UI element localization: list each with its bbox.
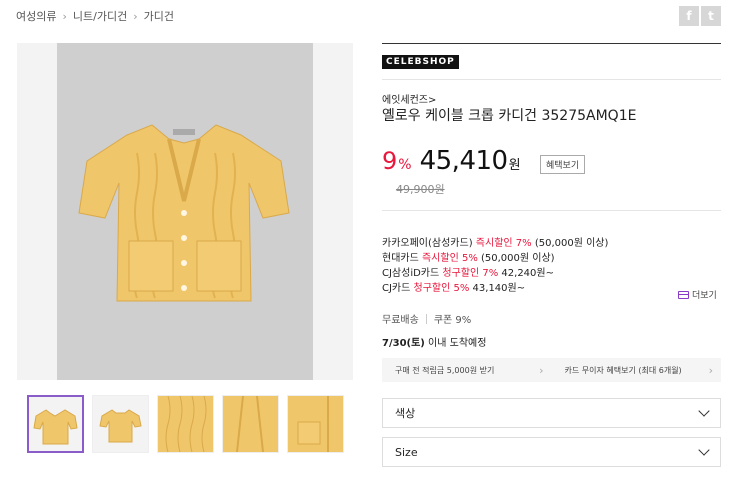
- benefit-button[interactable]: 혜택보기: [540, 155, 586, 174]
- coupon-label: 쿠폰 9%: [433, 315, 472, 326]
- breadcrumb-separator: ›: [62, 9, 67, 23]
- thumbnail-2[interactable]: [92, 395, 149, 453]
- free-shipping-label: 무료배송: [382, 315, 419, 326]
- divider: [382, 43, 721, 44]
- color-select[interactable]: 색상: [382, 398, 721, 428]
- brand-logo[interactable]: CELEBSHOP: [382, 55, 459, 69]
- reward-points-link[interactable]: 구매 전 적립금 5,000원 받기 ›: [382, 364, 552, 377]
- chevron-right-icon: ›: [708, 363, 713, 377]
- chevron-down-icon: [698, 405, 710, 417]
- breadcrumb-item-knit[interactable]: 니트/가디건: [73, 8, 127, 24]
- price-row: 9% 45,410 원: [382, 146, 521, 176]
- card-more-button[interactable]: 더보기: [678, 288, 717, 301]
- credit-card-icon: [678, 290, 689, 299]
- facebook-icon[interactable]: f: [679, 6, 699, 26]
- chevron-right-icon: ›: [539, 363, 544, 377]
- share-buttons: f t: [679, 6, 721, 26]
- divider: [382, 210, 721, 211]
- card-offer-row: CJ삼성iD카드 청구할인 7% 42,240원~: [382, 268, 554, 279]
- breadcrumb-separator: ›: [133, 9, 138, 23]
- cardigan-image: [57, 43, 313, 380]
- breadcrumb-item-cardigan[interactable]: 가디건: [144, 8, 174, 24]
- thumbnail-1[interactable]: [27, 395, 84, 453]
- thumbnail-list: [27, 395, 344, 453]
- product-main-image: [17, 43, 353, 380]
- brand-link[interactable]: 에잇세컨즈>: [382, 91, 436, 106]
- breadcrumb: 여성의류 › 니트/가디건 › 가디건: [16, 8, 174, 24]
- breadcrumb-item-women[interactable]: 여성의류: [16, 8, 56, 24]
- size-select[interactable]: Size: [382, 437, 721, 467]
- card-offer-row: 카카오페이(삼성카드) 즉시할인 7% (50,000원 이상): [382, 238, 609, 249]
- promo-bar: 구매 전 적립금 5,000원 받기 › 카드 무이자 혜택보기 (최대 6개월)…: [382, 358, 721, 382]
- arrival-estimate: 7/30(토) 이내 도착예정: [382, 338, 487, 349]
- discount-rate: 9%: [382, 147, 412, 175]
- original-price: 49,900원: [396, 183, 445, 196]
- currency-unit: 원: [508, 158, 521, 173]
- card-offer-row: 현대카드 즉시할인 5% (50,000원 이상): [382, 253, 555, 264]
- twitter-icon[interactable]: t: [701, 6, 721, 26]
- sale-price: 45,410: [419, 146, 508, 176]
- chevron-down-icon: [698, 444, 710, 456]
- card-installment-link[interactable]: 카드 무이자 혜택보기 (최대 6개월) ›: [552, 364, 722, 377]
- thumbnail-4[interactable]: [222, 395, 279, 453]
- card-offer-row: CJ카드 청구할인 5% 43,140원~: [382, 283, 526, 294]
- thumbnail-3[interactable]: [157, 395, 214, 453]
- product-title: 옐로우 케이블 크롭 카디건 35275AMQ1E: [382, 108, 637, 124]
- thumbnail-5[interactable]: [287, 395, 344, 453]
- shipping-info: 무료배송 쿠폰 9%: [382, 311, 471, 326]
- divider: [382, 79, 721, 80]
- product-photo: [57, 43, 313, 380]
- divider: [425, 313, 427, 324]
- card-offers: 카카오페이(삼성카드) 즉시할인 7% (50,000원 이상) 현대카드 즉시…: [382, 236, 608, 296]
